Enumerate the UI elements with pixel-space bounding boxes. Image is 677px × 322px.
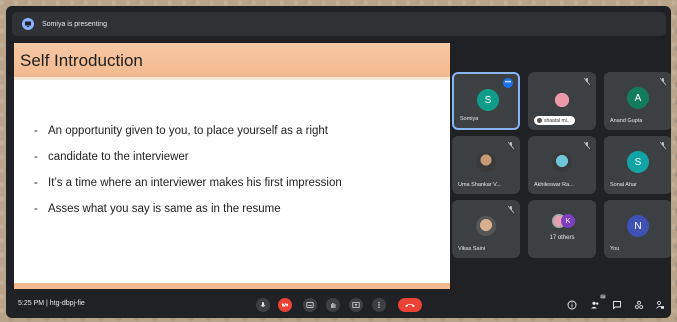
participant-tile[interactable]: Uma Shankar V... <box>452 136 520 194</box>
hand-icon <box>331 303 336 308</box>
participant-tile[interactable]: A Anand Gupta <box>604 72 671 130</box>
info-icon <box>567 300 577 310</box>
mic-button[interactable] <box>256 298 270 312</box>
bullet-item: Asses what you say is same as in the res… <box>34 196 444 222</box>
chat-icon <box>613 301 621 310</box>
mic-off-icon <box>508 142 514 149</box>
participant-tile-self[interactable]: N You <box>604 200 671 258</box>
presentation-slide: Self Introduction An opportunity given t… <box>14 43 450 289</box>
participant-photo <box>476 152 496 172</box>
others-avatar: K <box>561 214 575 228</box>
others-tile[interactable]: K 17 others <box>528 200 596 258</box>
mic-off-icon <box>660 78 666 85</box>
activities-icon <box>634 300 644 309</box>
participant-tile[interactable]: S Sonal Ahar <box>604 136 671 194</box>
participant-name: You <box>610 246 620 252</box>
mic-off-icon <box>584 78 590 85</box>
present-icon <box>352 302 360 308</box>
bullet-item: An opportunity given to you, to place yo… <box>34 118 444 144</box>
participant-tile[interactable]: S ••• Somiya <box>452 72 520 130</box>
slide-bullets: An opportunity given to you, to place yo… <box>34 118 444 222</box>
participant-photo <box>552 88 572 108</box>
participant-name: Akhileswar Ra... <box>534 182 574 188</box>
bottom-toolbar: 5:25 PM | htg-dbpj-fie 24 <box>6 292 671 318</box>
people-button[interactable]: 24 <box>589 294 606 311</box>
people-icon <box>591 301 599 309</box>
participant-avatar: A <box>627 87 649 109</box>
participant-avatar: S <box>627 151 649 173</box>
participant-name: Vikas Saini <box>458 246 486 252</box>
host-controls-button[interactable] <box>654 299 666 311</box>
lock-person-icon <box>656 301 664 309</box>
participant-name: Sonal Ahar <box>610 182 637 188</box>
bullet-item: candidate to the interviewer <box>34 144 444 170</box>
present-screen-icon <box>22 18 34 30</box>
camera-off-icon <box>281 301 289 309</box>
mic-off-icon <box>584 142 590 149</box>
present-now-button[interactable] <box>349 298 363 312</box>
participant-name: Anand Gupta <box>610 118 643 124</box>
participant-photo <box>476 216 496 236</box>
people-count-badge: 24 <box>599 294 606 299</box>
slide-footer-bar <box>14 283 450 289</box>
others-count: 17 others <box>549 235 575 241</box>
more-options-button[interactable] <box>372 298 386 312</box>
presenting-text: Somiya is presenting <box>42 20 107 28</box>
presenting-bar: Somiya is presenting <box>12 12 666 36</box>
chat-button[interactable] <box>611 299 623 311</box>
slide-divider <box>14 77 450 80</box>
slide-title: Self Introduction <box>20 51 143 70</box>
mic-off-icon <box>508 206 514 213</box>
end-call-icon <box>405 304 415 307</box>
captions-icon <box>306 302 314 308</box>
captions-button[interactable] <box>303 298 317 312</box>
mic-icon <box>260 302 266 307</box>
raise-hand-button[interactable] <box>326 298 340 312</box>
participant-tile[interactable]: Vikas Saini <box>452 200 520 258</box>
camera-off-button[interactable] <box>278 298 292 312</box>
participant-photo <box>552 152 572 172</box>
bullet-item: It’s a time where an interviewer makes h… <box>34 170 444 196</box>
meeting-details-button[interactable] <box>566 299 578 311</box>
meeting-info: 5:25 PM | htg-dbpj-fie <box>18 300 85 307</box>
more-options-icon[interactable]: ••• <box>503 78 513 88</box>
participant-avatar: N <box>627 215 649 237</box>
end-call-button[interactable] <box>398 298 422 312</box>
mic-off-icon <box>660 142 666 149</box>
participant-tile[interactable]: shaatal mi... <box>528 72 596 130</box>
activities-button[interactable] <box>633 299 645 311</box>
participant-name: Somiya <box>460 116 479 122</box>
participant-name: Uma Shankar V... <box>458 182 501 188</box>
more-vert-icon <box>378 302 380 308</box>
participant-name-pill: shaatal mi... <box>534 116 575 125</box>
participant-avatar: S <box>477 89 499 111</box>
meet-window: Somiya is presenting Self Introduction A… <box>6 6 671 318</box>
participant-tile[interactable]: Akhileswar Ra... <box>528 136 596 194</box>
